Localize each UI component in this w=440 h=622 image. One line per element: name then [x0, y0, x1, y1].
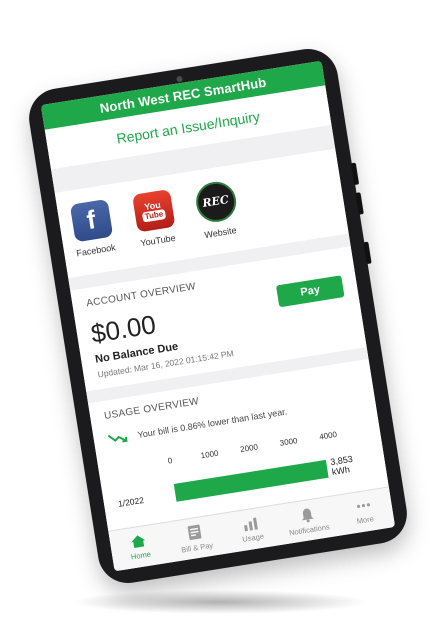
- app-screen: North West REC SmartHub Report an Issue/…: [40, 60, 396, 572]
- rec-logo-icon: REC: [192, 178, 239, 225]
- bar-period-label: 1/2022: [117, 495, 145, 510]
- axis-tick-label: 3000: [279, 436, 299, 449]
- axis-tick-label: 0: [167, 456, 173, 466]
- trend-down-icon: [107, 435, 128, 443]
- youtube-label: YouTube: [139, 232, 177, 249]
- device-shadow: [70, 590, 370, 614]
- home-icon: [131, 535, 146, 549]
- tablet-device: North West REC SmartHub Report an Issue/…: [24, 44, 412, 588]
- volume-button: [355, 192, 364, 215]
- more-dots-icon: [356, 503, 370, 509]
- balance-amount: $0.00: [88, 308, 158, 349]
- facebook-label: Facebook: [75, 242, 117, 259]
- tab-notifications[interactable]: Notifications: [278, 503, 338, 538]
- usage-bar[interactable]: [173, 460, 329, 502]
- axis-tick-label: 1000: [200, 448, 220, 461]
- website-label: Website: [203, 224, 238, 240]
- tab-home[interactable]: Home: [110, 530, 169, 564]
- pay-button[interactable]: Pay: [275, 274, 345, 307]
- axis-tick-label: 4000: [318, 430, 338, 442]
- youtube-icon: You Tube: [131, 188, 175, 233]
- tab-bill-pay[interactable]: Bill & Pay: [166, 520, 226, 556]
- website-link[interactable]: REC Website: [192, 178, 241, 241]
- facebook-icon: f: [69, 198, 114, 243]
- bell-icon: [301, 508, 314, 523]
- axis-tick-label: 2000: [239, 442, 259, 455]
- camera: [176, 75, 183, 83]
- youtube-link[interactable]: You Tube YouTube: [131, 188, 178, 250]
- power-button: [363, 241, 372, 265]
- usage-chart-icon: [244, 517, 258, 532]
- bill-icon: [187, 524, 202, 541]
- tab-usage[interactable]: Usage: [222, 512, 281, 546]
- tab-more[interactable]: More: [334, 494, 393, 528]
- volume-button: [350, 162, 360, 186]
- facebook-link[interactable]: f Facebook: [69, 198, 117, 260]
- bar-value-label: 3,853 kWh: [329, 453, 354, 478]
